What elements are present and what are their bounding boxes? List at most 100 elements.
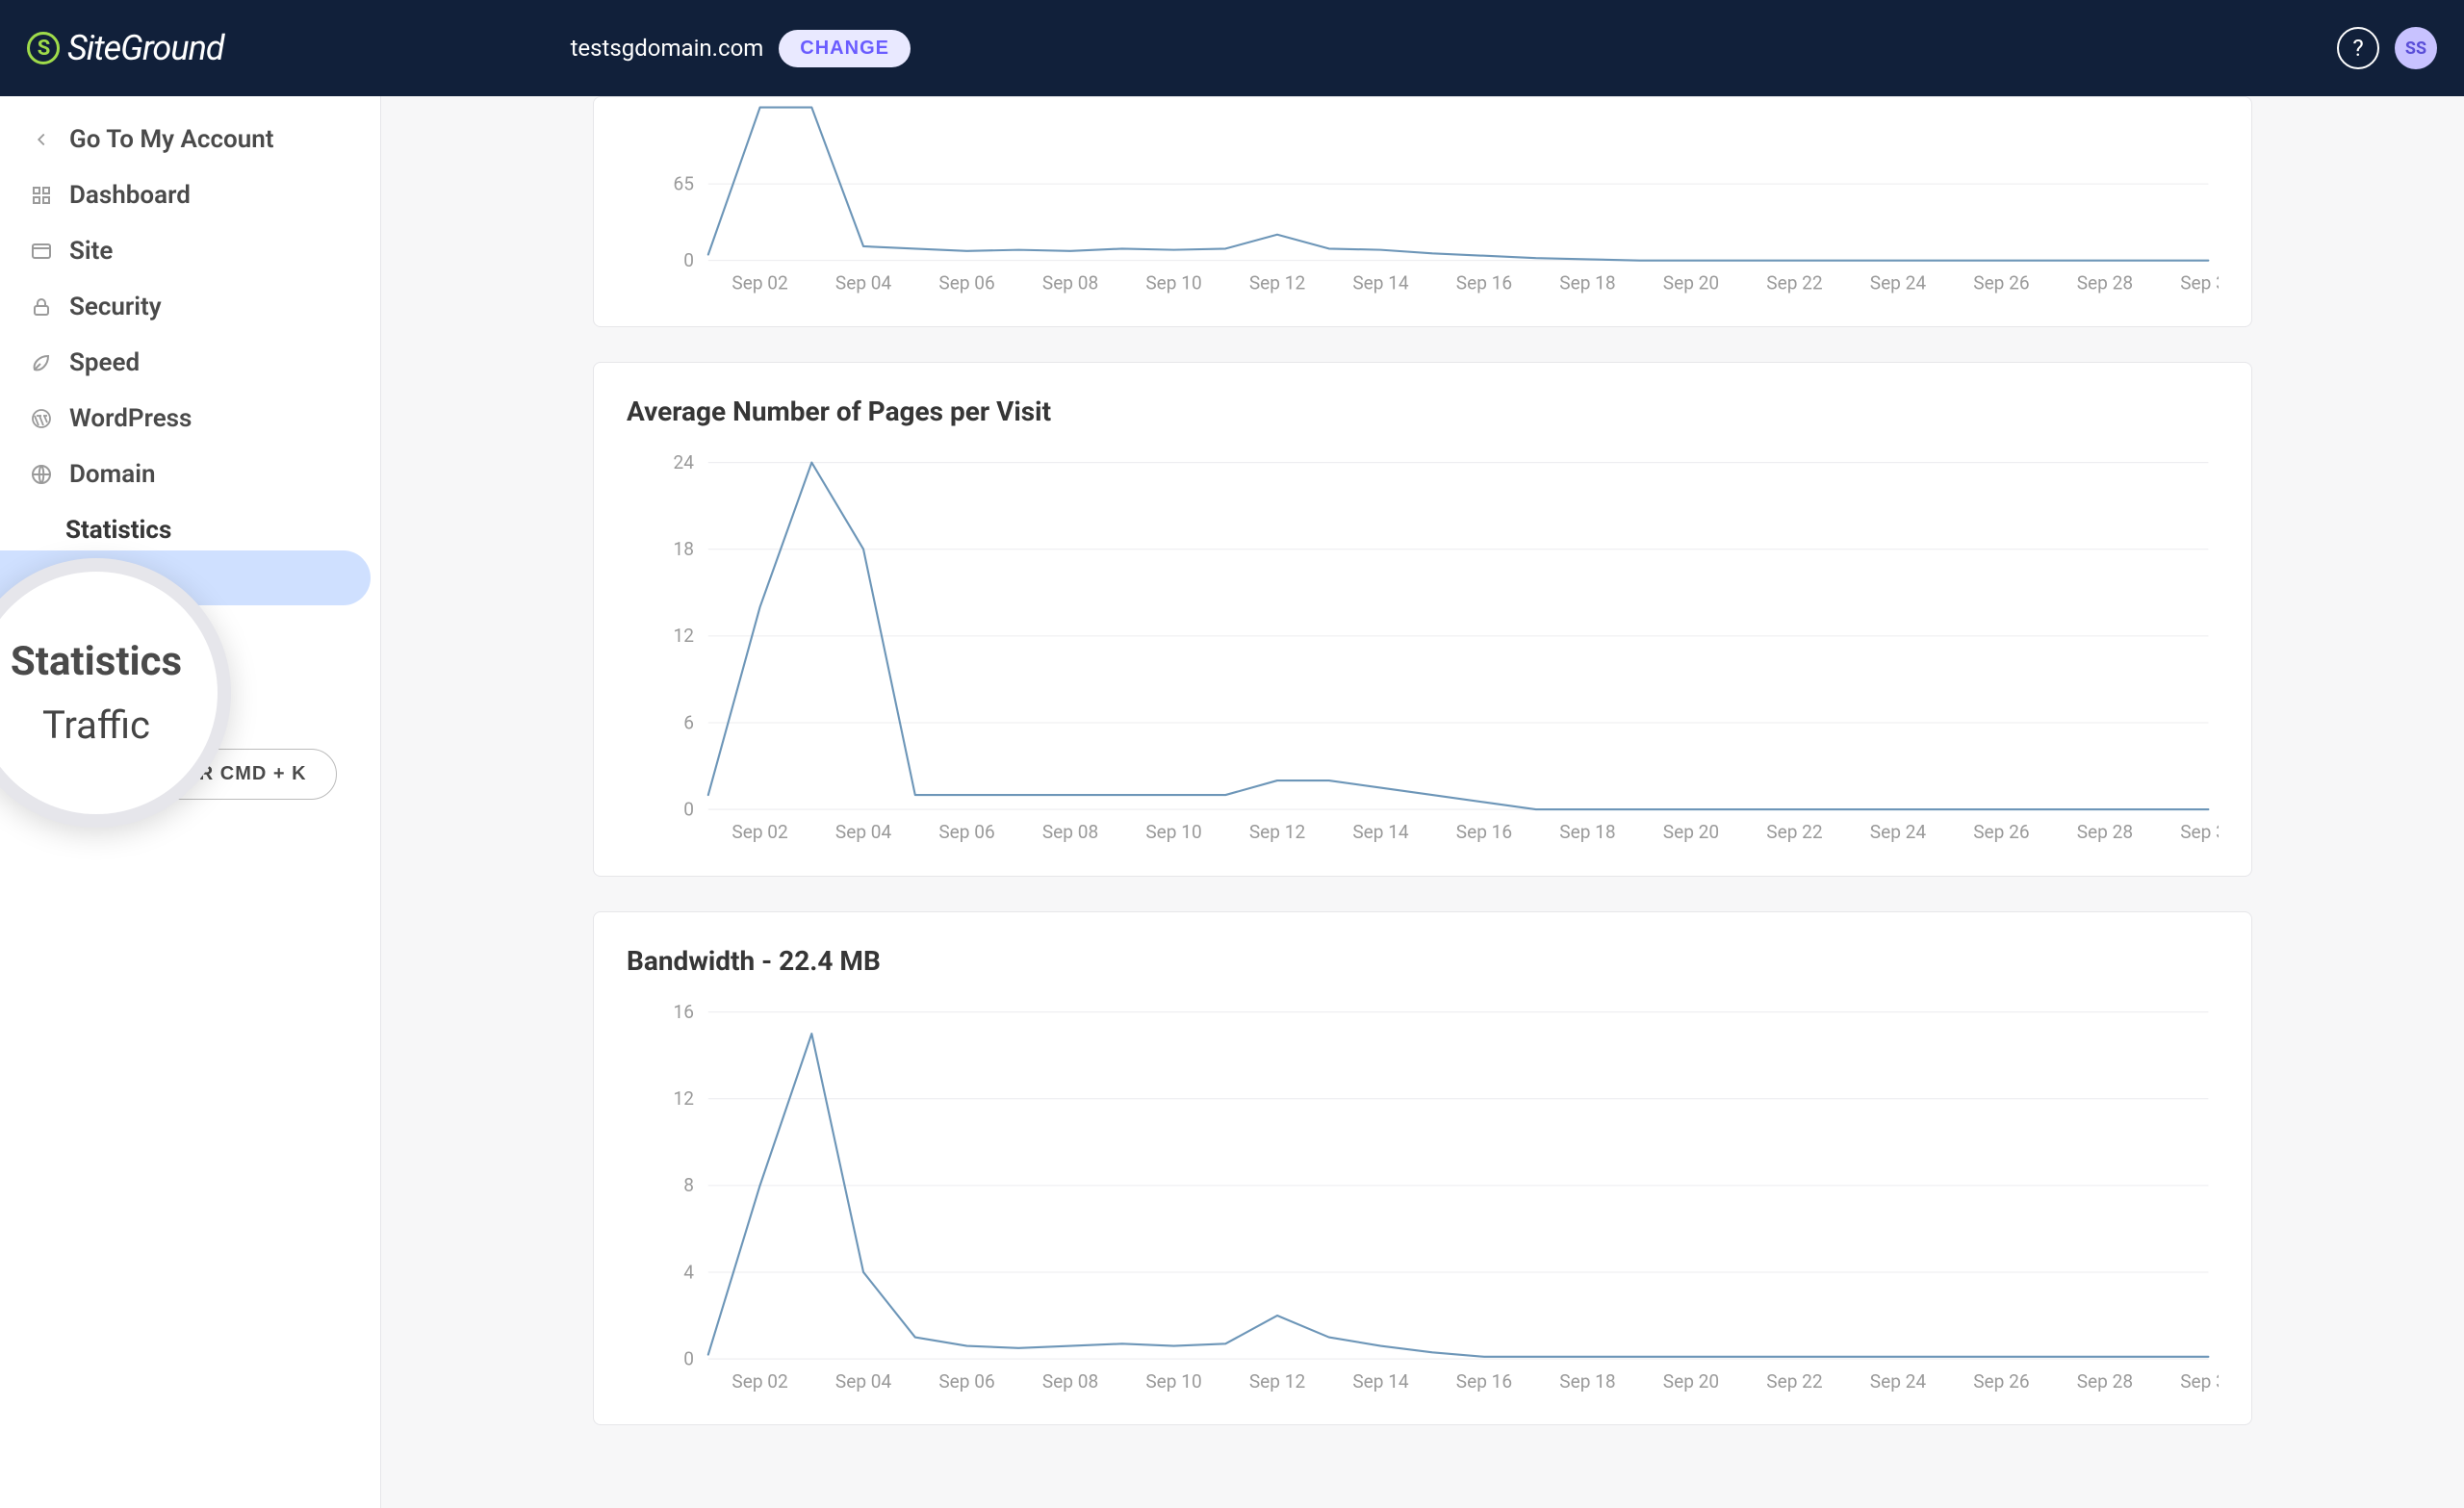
globe-icon [27, 460, 56, 489]
svg-text:Sep 26: Sep 26 [1973, 1369, 2029, 1392]
svg-text:Sep 14: Sep 14 [1352, 821, 1409, 843]
code-icon [27, 674, 56, 703]
sidebar-item-site[interactable]: Site [0, 223, 380, 279]
chart-prev-chart: 0 65 Sep 02 Sep 04 Sep 06 Sep 08 Sep 10 Sep 12… [627, 97, 2219, 301]
logo-mark-icon: S [27, 32, 60, 64]
sidebar-item-label: Go To My Account [69, 125, 274, 154]
avatar[interactable]: SS [2395, 27, 2437, 69]
svg-text:Sep 08: Sep 08 [1042, 821, 1098, 843]
svg-text:Sep 20: Sep 20 [1663, 821, 1719, 843]
svg-text:Sep 24: Sep 24 [1870, 271, 1927, 294]
sidebar-sub-item-access-log[interactable]: Access Log [0, 605, 380, 660]
svg-text:Sep 06: Sep 06 [938, 271, 994, 294]
svg-text:65: 65 [674, 172, 694, 194]
svg-text:8: 8 [683, 1174, 694, 1196]
tool-finder-button[interactable]: TOOL FINDER CMD + K [43, 749, 336, 800]
chart-card-bandwidth: Bandwidth - 22.4 MB 0481216 Sep 02Sep 04… [593, 911, 2252, 1426]
svg-text:Sep 02: Sep 02 [732, 1369, 788, 1392]
svg-text:Sep 12: Sep 12 [1249, 1369, 1306, 1392]
svg-text:Sep 28: Sep 28 [2077, 1369, 2133, 1392]
sidebar-item-security[interactable]: Security [0, 279, 380, 335]
wordpress-icon [27, 404, 56, 433]
sidebar-item-label: Domain [69, 460, 155, 489]
svg-text:Sep 14: Sep 14 [1352, 1369, 1409, 1392]
svg-text:4: 4 [683, 1261, 694, 1283]
sidebar-item-domain[interactable]: Domain [0, 447, 380, 502]
svg-text:0: 0 [683, 249, 694, 271]
sidebar: Go To My Account Dashboard Site Security… [0, 96, 381, 1508]
svg-text:Sep 28: Sep 28 [2077, 271, 2133, 294]
chart-title: Average Number of Pages per Visit [627, 396, 2219, 427]
arrow-left-icon [27, 125, 56, 154]
svg-text:Sep 08: Sep 08 [1042, 271, 1098, 294]
window-icon [27, 237, 56, 266]
svg-text:Sep 04: Sep 04 [835, 1369, 892, 1392]
sidebar-item-dashboard[interactable]: Dashboard [0, 167, 380, 223]
svg-text:Sep 18: Sep 18 [1559, 271, 1615, 294]
svg-text:Sep 22: Sep 22 [1766, 1369, 1823, 1392]
sidebar-item-go-account[interactable]: Go To My Account [0, 112, 380, 167]
svg-text:Sep 22: Sep 22 [1766, 821, 1823, 843]
svg-text:Sep 12: Sep 12 [1249, 271, 1306, 294]
svg-text:Sep 16: Sep 16 [1456, 271, 1512, 294]
sidebar-item-devs[interactable]: Devs [0, 660, 380, 716]
svg-text:Sep 30: Sep 30 [2180, 271, 2219, 294]
svg-text:24: 24 [674, 452, 695, 473]
sidebar-group-statistics[interactable]: Statistics [0, 502, 380, 550]
chart-avg-pages: 0 6 12 18 24 Sep 02 Sep 04 Sep 06 Sep 08 Sep 10 S… [627, 452, 2219, 851]
svg-text:Sep 18: Sep 18 [1559, 821, 1615, 843]
leaf-icon [27, 348, 56, 377]
svg-text:12: 12 [674, 1087, 695, 1110]
svg-text:6: 6 [683, 711, 694, 733]
svg-text:Sep 22: Sep 22 [1766, 271, 1823, 294]
svg-text:Sep 06: Sep 06 [938, 1369, 994, 1392]
logo[interactable]: S SiteGround [27, 28, 224, 68]
svg-text:Sep 20: Sep 20 [1663, 271, 1719, 294]
svg-text:Sep 24: Sep 24 [1870, 1369, 1927, 1392]
svg-text:Sep 16: Sep 16 [1456, 1369, 1512, 1392]
svg-text:Sep 14: Sep 14 [1352, 271, 1409, 294]
grid-icon [27, 181, 56, 210]
svg-text:Sep 16: Sep 16 [1456, 821, 1512, 843]
svg-text:12: 12 [674, 625, 695, 647]
change-domain-button[interactable]: CHANGE [779, 30, 911, 67]
logo-text: SiteGround [67, 28, 224, 68]
svg-text:Sep 02: Sep 02 [732, 821, 788, 843]
topbar: S SiteGround testsgdomain.com CHANGE ? S… [0, 0, 2464, 96]
svg-text:Sep 26: Sep 26 [1973, 271, 2029, 294]
chart-card-prev-chart: 0 65 Sep 02 Sep 04 Sep 06 Sep 08 Sep 10 Sep 12… [593, 96, 2252, 327]
svg-text:Sep 30: Sep 30 [2180, 821, 2219, 843]
svg-text:18: 18 [674, 538, 694, 560]
sidebar-item-label: Devs [69, 674, 124, 703]
sidebar-item-label: WordPress [69, 404, 192, 433]
svg-text:Sep 18: Sep 18 [1559, 1369, 1615, 1392]
svg-text:Sep 12: Sep 12 [1249, 821, 1306, 843]
lock-icon [27, 293, 56, 321]
svg-text:Sep 04: Sep 04 [835, 821, 892, 843]
current-domain: testsgdomain.com [571, 35, 764, 62]
svg-text:Sep 02: Sep 02 [732, 271, 788, 294]
svg-text:Sep 10: Sep 10 [1145, 821, 1201, 843]
sidebar-sub-item-traffic[interactable]: Traffic [0, 550, 371, 605]
svg-text:Sep 04: Sep 04 [835, 271, 892, 294]
sidebar-item-label: Site [69, 237, 113, 266]
svg-text:Sep 26: Sep 26 [1973, 821, 2029, 843]
svg-text:0: 0 [683, 1347, 694, 1369]
domain-block: testsgdomain.com CHANGE [571, 30, 911, 67]
chart-card-avg-pages: Average Number of Pages per Visit 0 6 12 18… [593, 362, 2252, 877]
svg-text:Sep 30: Sep 30 [2180, 1369, 2219, 1392]
svg-text:Sep 06: Sep 06 [938, 821, 994, 843]
svg-text:Sep 08: Sep 08 [1042, 1369, 1098, 1392]
svg-text:Sep 24: Sep 24 [1870, 821, 1927, 843]
chart-title: Bandwidth - 22.4 MB [627, 945, 2219, 977]
sidebar-item-speed[interactable]: Speed [0, 335, 380, 391]
svg-text:Sep 28: Sep 28 [2077, 821, 2133, 843]
svg-text:Sep 20: Sep 20 [1663, 1369, 1719, 1392]
svg-text:0: 0 [683, 798, 694, 820]
main-content: 0 65 Sep 02 Sep 04 Sep 06 Sep 08 Sep 10 Sep 12… [381, 96, 2464, 1508]
sidebar-item-label: Security [69, 293, 162, 321]
help-icon[interactable]: ? [2337, 27, 2379, 69]
svg-text:Sep 10: Sep 10 [1145, 1369, 1201, 1392]
sidebar-item-wordpress[interactable]: WordPress [0, 391, 380, 447]
svg-text:Sep 10: Sep 10 [1145, 271, 1201, 294]
